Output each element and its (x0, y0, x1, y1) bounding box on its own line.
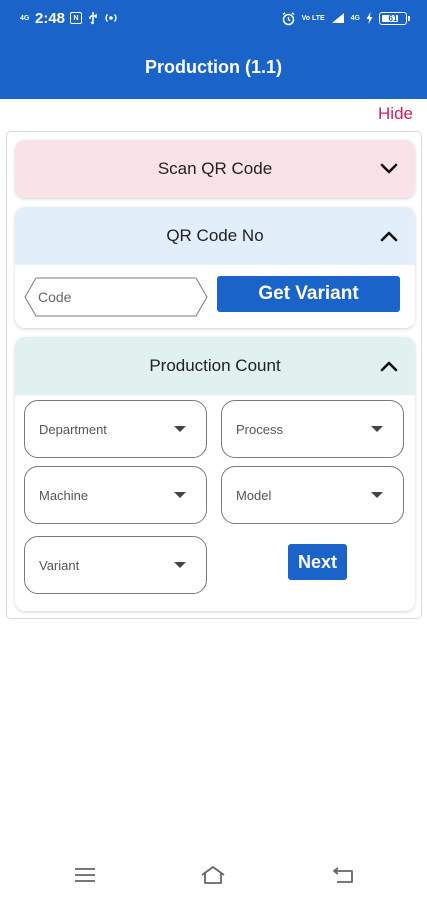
production-count-header[interactable]: Production Count (15, 337, 415, 395)
production-count-title: Production Count (149, 356, 281, 375)
battery-level: 61 (388, 13, 398, 23)
screen: 4G 2:48 N Vo LTE 4G 61 Production (1.1) … (0, 0, 427, 900)
hide-link[interactable]: Hide (378, 104, 413, 124)
code-field[interactable] (24, 277, 208, 317)
volte-label: Vo LTE (301, 14, 325, 22)
qr-code-header[interactable]: QR Code No (15, 207, 415, 265)
home-icon[interactable] (200, 864, 226, 886)
process-dropdown[interactable]: Process (221, 400, 404, 458)
variant-label: Variant (39, 557, 80, 573)
status-right: Vo LTE 4G 61 (281, 9, 410, 27)
production-count-panel: Production Count Department Process Mach… (15, 337, 415, 611)
status-time: 2:48 (35, 9, 66, 27)
caret-down-icon (371, 426, 383, 432)
code-input[interactable] (38, 277, 194, 317)
status-left: 4G 2:48 N (20, 9, 118, 27)
caret-down-icon (371, 492, 383, 498)
caret-down-icon (174, 562, 186, 568)
app-notification-icon: N (70, 12, 83, 24)
battery-icon: 61 (379, 11, 410, 25)
caret-down-icon (174, 426, 186, 432)
model-label: Model (236, 487, 272, 503)
menu-icon[interactable] (72, 864, 98, 886)
machine-label: Machine (39, 487, 89, 503)
back-icon[interactable] (331, 864, 357, 886)
variant-dropdown[interactable]: Variant (24, 536, 207, 594)
header: 4G 2:48 N Vo LTE 4G 61 Production (1.1) (0, 0, 427, 99)
hotspot-icon (105, 14, 117, 22)
scan-qr-panel: Scan QR Code (15, 140, 415, 198)
scan-qr-header[interactable]: Scan QR Code (15, 140, 415, 198)
form-card: Scan QR Code QR Code No Get Variant (6, 131, 422, 619)
chevron-up-icon[interactable] (379, 356, 399, 376)
network-type: 4G (20, 14, 30, 22)
scan-qr-title: Scan QR Code (157, 159, 273, 178)
alarm-icon (282, 11, 295, 25)
network-type-right: 4G (350, 14, 360, 22)
process-label: Process (236, 421, 283, 437)
chevron-up-icon[interactable] (379, 226, 399, 246)
system-nav-bar (0, 850, 427, 900)
get-variant-button[interactable]: Get Variant (217, 276, 400, 312)
signal-icon (331, 13, 344, 23)
next-button[interactable]: Next (288, 544, 347, 580)
machine-dropdown[interactable]: Machine (24, 466, 207, 524)
chevron-down-icon[interactable] (379, 159, 399, 179)
charging-icon (366, 12, 373, 24)
model-dropdown[interactable]: Model (221, 466, 404, 524)
status-bar: 4G 2:48 N Vo LTE 4G 61 (0, 0, 427, 36)
qr-code-panel: QR Code No Get Variant (15, 207, 415, 328)
usb-icon (89, 12, 97, 25)
caret-down-icon (174, 492, 186, 498)
department-label: Department (39, 421, 107, 437)
page-title: Production (1.1) (144, 57, 282, 77)
qr-code-title: QR Code No (166, 226, 264, 245)
department-dropdown[interactable]: Department (24, 400, 207, 458)
